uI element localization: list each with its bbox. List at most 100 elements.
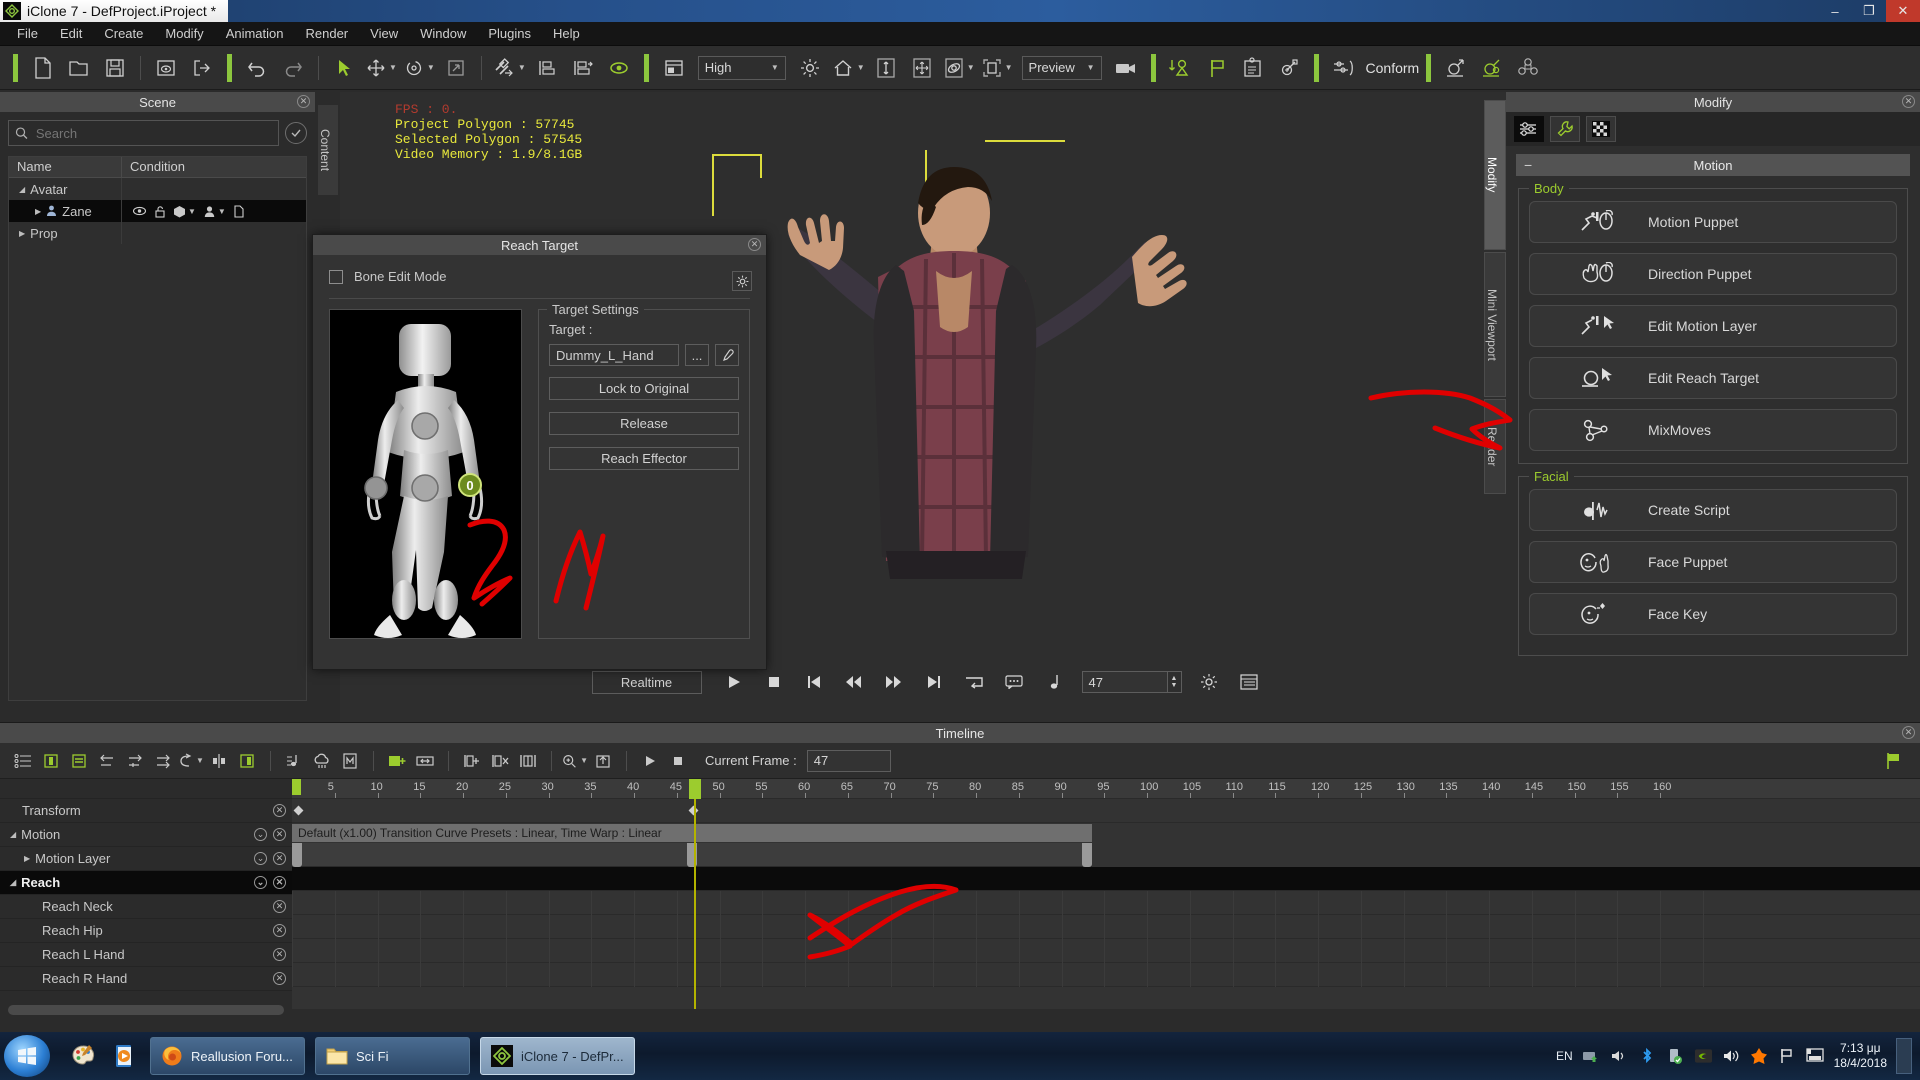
timeline-playhead[interactable] — [693, 799, 696, 1009]
jump-end-icon[interactable] — [919, 666, 949, 698]
frame-spinner[interactable]: ▲ ▼ — [1167, 671, 1182, 693]
chevron-down-icon-5[interactable]: ▼ — [857, 63, 865, 72]
track-row-motion[interactable]: ◢ Motion ⌄ ✕ — [0, 823, 292, 847]
motion-clip[interactable]: Default (x1.00) Transition Curve Presets… — [292, 824, 1092, 842]
track-list-icon[interactable] — [10, 748, 36, 774]
chevron-down-icon-2[interactable]: ▼ — [427, 63, 435, 72]
face-puppet-button[interactable]: Face Puppet — [1529, 541, 1897, 583]
show-desktop-button[interactable] — [1896, 1038, 1912, 1074]
track-row-reach-r-hand[interactable]: Reach R Hand ✕ — [0, 967, 292, 991]
ruler-start-marker[interactable] — [292, 779, 301, 795]
close-circle-icon-8[interactable]: ✕ — [273, 972, 286, 985]
loop-range-icon[interactable]: ▼ — [178, 748, 204, 774]
tab-mini-viewport[interactable]: Mini Viewport — [1484, 252, 1506, 397]
checker-icon[interactable] — [1586, 116, 1616, 142]
release-button[interactable]: Release — [549, 412, 739, 435]
link-icon[interactable]: ▼ — [492, 52, 526, 84]
chevron-down-icon-3[interactable]: ▼ — [518, 63, 526, 72]
speaker-tray-icon[interactable] — [1610, 1047, 1629, 1066]
scene-filter-button[interactable] — [285, 122, 307, 144]
eye-icon[interactable] — [604, 52, 634, 84]
bone-edit-mode-checkbox[interactable] — [329, 269, 343, 284]
reach-dialog-close-icon[interactable]: ✕ — [748, 238, 761, 251]
timeline-close-icon[interactable]: ✕ — [1902, 726, 1915, 739]
redo-icon[interactable] — [278, 52, 308, 84]
taskbar-task-iclone[interactable]: iClone 7 - DefPr... — [480, 1037, 635, 1075]
next-key-icon[interactable] — [150, 748, 176, 774]
track-row-reach-neck[interactable]: Reach Neck ✕ — [0, 895, 292, 919]
wrench-icon[interactable] — [1550, 116, 1580, 142]
reach-effector-button[interactable]: Reach Effector — [549, 447, 739, 470]
face-key-button[interactable]: Face Key — [1529, 593, 1897, 635]
chevron-circle-icon-2[interactable]: ⌄ — [254, 852, 267, 865]
move-icon[interactable]: ▼ — [365, 52, 397, 84]
current-frame-input[interactable]: 47 — [806, 749, 891, 772]
clip-handle-right[interactable] — [1082, 843, 1092, 867]
settings-icon[interactable] — [1194, 666, 1224, 698]
ground-object-icon[interactable] — [1441, 52, 1471, 84]
next-frame-icon[interactable] — [879, 666, 909, 698]
preview-window-icon[interactable] — [151, 52, 181, 84]
chevron-circle-icon[interactable]: ⌄ — [254, 828, 267, 841]
rotate-icon[interactable]: ▼ — [403, 52, 435, 84]
close-circle-icon-6[interactable]: ✕ — [273, 924, 286, 937]
tree-row-avatar[interactable]: ◢ Avatar — [9, 178, 306, 200]
expand-tracks-icon[interactable] — [66, 748, 92, 774]
lock-to-original-button[interactable]: Lock to Original — [549, 377, 739, 400]
reach-preview-viewport[interactable]: 0 — [329, 309, 522, 639]
undo-icon[interactable] — [242, 52, 272, 84]
search-input[interactable] — [35, 125, 272, 141]
zoom-icon[interactable]: ▼ — [562, 748, 588, 774]
chevron-down-icon[interactable]: ▼ — [389, 63, 397, 72]
sliders-icon[interactable] — [1514, 116, 1544, 142]
track-lane-motion-layer[interactable] — [292, 843, 1092, 867]
timeline-tracks-area[interactable]: 5 10 15 20 25 30 35 40 45 50 55 60 65 70 75 80 85 90 95 100… — [292, 779, 1920, 1009]
caret-down-icon-reach[interactable]: ◢ — [10, 878, 16, 887]
create-script-button[interactable]: Create Script — [1529, 489, 1897, 531]
nvidia-icon[interactable] — [1694, 1047, 1713, 1066]
mixmoves-button[interactable]: MixMoves — [1529, 409, 1897, 451]
timeline-ruler[interactable]: 5 10 15 20 25 30 35 40 45 50 55 60 65 70 75 80 85 90 95 100… — [292, 779, 1920, 799]
tab-modify[interactable]: Modify — [1484, 100, 1506, 250]
orbit-icon[interactable]: ▼ — [943, 52, 975, 84]
monitor-icon[interactable] — [1806, 1047, 1825, 1066]
menu-item-render[interactable]: Render — [295, 23, 360, 44]
chevron-circle-icon-3[interactable]: ⌄ — [254, 876, 267, 889]
target-browse-button[interactable]: ... — [685, 344, 709, 366]
scene-panel-close-icon[interactable]: ✕ — [297, 95, 310, 108]
modify-panel-close-icon[interactable]: ✕ — [1902, 95, 1915, 108]
speech-icon[interactable] — [999, 666, 1029, 698]
scale-icon[interactable] — [441, 52, 471, 84]
align-to-icon[interactable] — [568, 52, 598, 84]
move-xyz-icon[interactable] — [907, 52, 937, 84]
motion-section-header[interactable]: − Motion — [1516, 154, 1910, 176]
select-arrow-icon[interactable] — [329, 52, 359, 84]
timeline-grid[interactable]: Default (x1.00) Transition Curve Presets… — [292, 799, 1920, 1009]
blocks-icon[interactable] — [1513, 52, 1543, 84]
close-circle-icon-2[interactable]: ✕ — [273, 828, 286, 841]
render-mode-select[interactable]: Preview ▼ — [1021, 55, 1102, 80]
scene-search-box[interactable] — [8, 120, 279, 146]
close-circle-icon-5[interactable]: ✕ — [273, 900, 286, 913]
new-file-icon[interactable] — [28, 52, 58, 84]
close-button[interactable]: ✕ — [1886, 0, 1920, 22]
home-icon[interactable]: ▼ — [831, 52, 865, 84]
drop-to-floor-icon[interactable] — [1166, 52, 1196, 84]
track-lane-reach-neck[interactable] — [292, 891, 1920, 915]
close-circle-icon[interactable]: ✕ — [273, 804, 286, 817]
height-icon[interactable] — [871, 52, 901, 84]
flag-icon[interactable] — [1202, 52, 1232, 84]
media-player-icon[interactable] — [110, 1041, 140, 1071]
keyframe-marker[interactable] — [293, 805, 304, 816]
caret-right-icon-motion-layer[interactable]: ▶ — [24, 854, 30, 863]
camera-icon[interactable] — [1111, 52, 1141, 84]
bluetooth-icon[interactable] — [1638, 1047, 1657, 1066]
tray-language[interactable]: EN — [1556, 1049, 1573, 1063]
menu-item-animation[interactable]: Animation — [215, 23, 295, 44]
track-lane-transform[interactable] — [292, 799, 1920, 823]
note-icon[interactable] — [1039, 666, 1069, 698]
frame-selected-icon[interactable]: ▼ — [981, 52, 1013, 84]
add-key-icon[interactable] — [122, 748, 148, 774]
open-folder-icon[interactable] — [64, 52, 94, 84]
quality-select[interactable]: High ▼ — [697, 55, 786, 80]
